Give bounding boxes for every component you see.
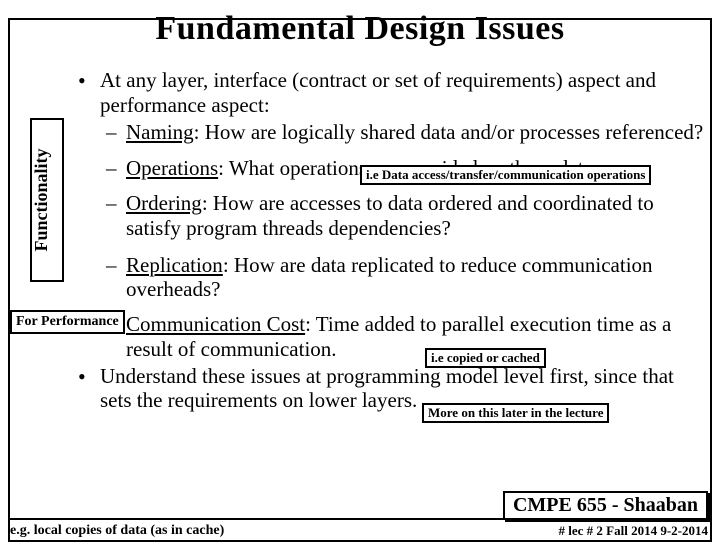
ordering-text: : How are accesses to data ordered and c… [126, 191, 654, 240]
naming-text: : How are logically shared data and/or p… [194, 120, 704, 144]
commcost-label: Communication Cost [126, 312, 305, 336]
replication-label: Replication [126, 253, 223, 277]
functionality-label: Functionality [31, 115, 52, 285]
bullet-dot-icon: • [78, 364, 86, 390]
dash-icon: – [106, 156, 117, 181]
note-copied: i.e copied or cached [425, 348, 546, 368]
ordering-label: Ordering [126, 191, 202, 215]
bullet-intro: • At any layer, interface (contract or s… [18, 68, 708, 118]
bullet-intro-text: At any layer, interface (contract or set… [100, 68, 656, 117]
dash-icon: – [106, 253, 117, 278]
lecture-info: # lec # 2 Fall 2014 9-2-2014 [559, 523, 708, 538]
note-data-access: i.e Data access/transfer/communication o… [360, 165, 651, 185]
naming-label: Naming [126, 120, 194, 144]
note-more: More on this later in the lecture [422, 403, 609, 423]
footer-right: CMPE 655 - Shaaban # lec # 2 Fall 2014 9… [503, 491, 708, 540]
content-area: • At any layer, interface (contract or s… [18, 68, 708, 415]
operations-label: Operations [126, 156, 218, 180]
course-label: CMPE 655 - Shaaban [503, 491, 708, 520]
dash-icon: – [106, 120, 117, 145]
bullet-ordering: – Ordering: How are accesses to data ord… [18, 191, 708, 241]
bullet-dot-icon: • [78, 68, 86, 94]
bullet-replication: – Replication: How are data replicated t… [18, 253, 708, 303]
bullet-naming: – Naming: How are logically shared data … [18, 120, 708, 145]
dash-icon: – [106, 191, 117, 216]
performance-box: For Performance [10, 310, 125, 334]
footer-note: e.g. local copies of data (as in cache) [10, 523, 224, 539]
